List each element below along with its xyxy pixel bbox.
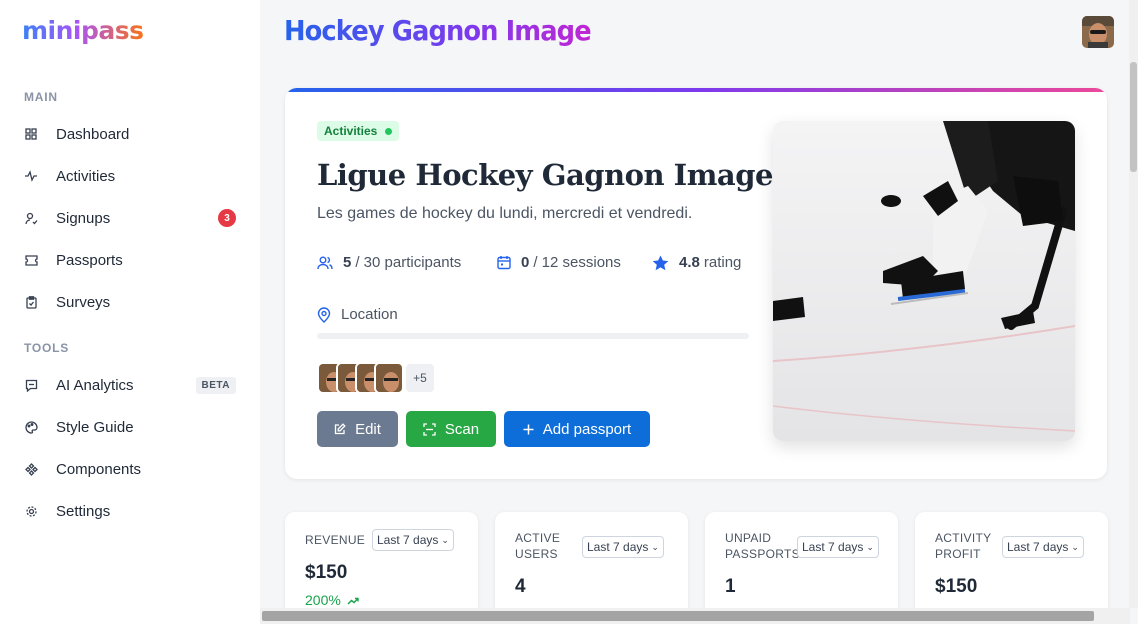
vertical-scrollbar[interactable] <box>1129 0 1138 608</box>
sidebar-item-label: Activities <box>56 167 116 185</box>
activity-hero-card: Activities Ligue Hockey Gagnon Image Les… <box>285 88 1107 479</box>
sidebar-item-settings[interactable]: Settings <box>14 494 246 528</box>
palette-icon <box>24 420 38 434</box>
users-icon <box>317 256 333 270</box>
chevron-down-icon: ⌄ <box>651 541 659 552</box>
sidebar-item-label: Signups <box>56 209 111 227</box>
horizontal-scrollbar[interactable] <box>260 608 1130 624</box>
activity-image <box>773 121 1075 441</box>
sidebar-item-label: Surveys <box>56 293 111 311</box>
clipboard-icon <box>24 295 38 309</box>
sidebar-item-label: AI Analytics <box>56 376 134 394</box>
stat-label: UNPAID PASSPORTS <box>725 531 800 561</box>
sidebar-item-label: Style Guide <box>56 418 134 436</box>
user-check-icon <box>24 211 38 225</box>
location-row[interactable]: Location <box>317 306 398 323</box>
stat-value: $150 <box>305 562 348 583</box>
scan-button[interactable]: Scan <box>406 411 496 447</box>
scrollbar-thumb[interactable] <box>262 611 1094 621</box>
ticket-icon <box>24 253 38 267</box>
calendar-icon <box>497 255 511 270</box>
sidebar: minipass MAIN Dashboard Activities Signu… <box>0 0 260 624</box>
sidebar-item-surveys[interactable]: Surveys <box>14 285 246 319</box>
plus-icon <box>523 424 534 435</box>
period-select[interactable]: Last 7 days ⌄ <box>372 529 454 551</box>
period-select[interactable]: Last 7 days ⌄ <box>797 536 879 558</box>
chat-icon <box>24 378 38 392</box>
sidebar-item-activities[interactable]: Activities <box>14 159 246 193</box>
map-pin-icon <box>317 306 331 323</box>
sidebar-item-label: Settings <box>56 502 111 520</box>
sessions-count: 0 <box>521 254 530 271</box>
activity-title: Ligue Hockey Gagnon Image <box>317 158 773 192</box>
more-participants-count[interactable]: +5 <box>404 362 436 394</box>
star-icon <box>652 255 669 271</box>
participants-stat: 5 / 30 participants <box>317 254 461 271</box>
stat-label: ACTIVITY PROFIT <box>935 531 992 561</box>
scrollbar-thumb[interactable] <box>1130 62 1137 172</box>
period-select[interactable]: Last 7 days ⌄ <box>582 536 664 558</box>
grid-icon <box>24 127 38 141</box>
beta-badge: BETA <box>195 377 236 394</box>
stat-label: ACTIVE USERS <box>515 531 561 561</box>
edit-icon <box>334 423 346 435</box>
participant-avatars[interactable]: +5 <box>317 362 436 394</box>
rating-stat: 4.8 rating <box>652 254 741 271</box>
user-avatar[interactable] <box>1082 16 1114 48</box>
participants-count: 5 <box>343 254 352 271</box>
sidebar-item-ai-analytics[interactable]: AI Analytics BETA <box>14 368 246 402</box>
signups-count-badge: 3 <box>218 209 236 227</box>
stat-label: REVENUE <box>305 533 366 547</box>
sidebar-item-components[interactable]: Components <box>14 452 246 486</box>
add-passport-button[interactable]: Add passport <box>504 411 650 447</box>
status-chip: Activities <box>317 121 400 141</box>
chevron-down-icon: ⌄ <box>866 541 874 552</box>
location-bar <box>317 333 749 339</box>
scan-icon <box>423 422 436 436</box>
participant-avatar <box>374 362 404 394</box>
sidebar-item-label: Passports <box>56 251 123 269</box>
page-title: Hockey Gagnon Image <box>284 14 592 47</box>
location-label: Location <box>341 306 398 323</box>
edit-button[interactable]: Edit <box>317 411 398 447</box>
stat-value: 1 <box>725 576 736 597</box>
chevron-down-icon: ⌄ <box>1071 541 1079 552</box>
status-dot-icon <box>385 127 393 135</box>
sidebar-item-style-guide[interactable]: Style Guide <box>14 410 246 444</box>
activity-pulse-icon <box>24 169 38 183</box>
period-select[interactable]: Last 7 days ⌄ <box>1002 536 1084 558</box>
gear-icon <box>24 504 38 518</box>
app-logo[interactable]: minipass <box>22 16 144 45</box>
stat-trend: 200% <box>305 592 359 608</box>
sidebar-item-dashboard[interactable]: Dashboard <box>14 117 246 151</box>
rating-label: rating <box>703 254 742 271</box>
sessions-total: / 12 sessions <box>533 254 621 271</box>
stat-value: $150 <box>935 576 978 597</box>
sidebar-item-label: Dashboard <box>56 125 130 143</box>
components-icon <box>24 462 38 476</box>
sidebar-item-label: Components <box>56 460 142 478</box>
activity-description: Les games de hockey du lundi, mercredi e… <box>317 205 693 222</box>
section-label-main: MAIN <box>24 90 58 104</box>
sidebar-item-passports[interactable]: Passports <box>14 243 246 277</box>
section-label-tools: TOOLS <box>24 341 70 355</box>
rating-value: 4.8 <box>679 254 700 271</box>
sidebar-item-signups[interactable]: Signups 3 <box>14 201 246 235</box>
sessions-stat: 0 / 12 sessions <box>497 254 621 271</box>
participants-total: / 30 participants <box>355 254 462 271</box>
stat-value: 4 <box>515 576 526 597</box>
trend-up-icon <box>347 592 359 608</box>
chevron-down-icon: ⌄ <box>441 534 449 545</box>
